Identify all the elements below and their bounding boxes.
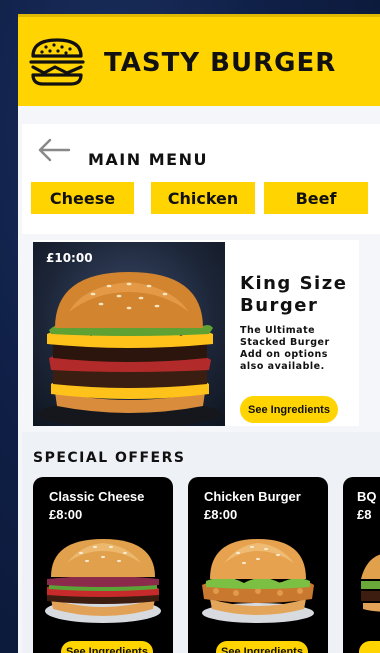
featured-card[interactable]: £10:00 King Size Burger The Ultimate Sta… xyxy=(33,240,359,426)
offers-title: SPECIAL OFFERS xyxy=(33,450,186,466)
bbq-burger-image xyxy=(361,554,380,612)
featured-title: King Size Burger xyxy=(240,273,348,316)
featured-burger-image: £10:00 xyxy=(33,242,225,426)
category-cheese-button[interactable]: Cheese xyxy=(31,182,134,214)
offer-price: £8:00 xyxy=(49,507,83,522)
offer-see-ingredients-button[interactable]: See Ingredients xyxy=(216,641,308,653)
menu-nav: MAIN MENU xyxy=(22,124,380,234)
chicken-burger-image xyxy=(202,539,314,623)
offer-see-ingredients-button[interactable] xyxy=(359,641,380,653)
cheeseburger-image xyxy=(45,539,161,623)
offer-see-ingredients-button[interactable]: See Ingredients xyxy=(61,641,153,653)
offer-name: Classic Cheese xyxy=(49,489,145,504)
offer-card[interactable]: Chicken Burger £8:00 See Ingredients xyxy=(188,477,328,653)
offer-name: Chicken Burger xyxy=(204,489,301,504)
featured-description: The Ultimate Stacked Burger Add on optio… xyxy=(240,325,330,372)
offer-price: £8 xyxy=(357,507,372,522)
featured-see-ingredients-button[interactable]: See Ingredients xyxy=(240,396,338,423)
offer-price: £8:00 xyxy=(204,507,238,522)
offer-name: BQ xyxy=(357,489,377,504)
app-screen: TASTY BURGER MAIN MENU Cheese Chicken Be… xyxy=(18,14,380,653)
brand-title: TASTY BURGER xyxy=(104,48,337,78)
arrow-left-icon[interactable] xyxy=(36,138,72,162)
offer-card[interactable]: BQ £8 xyxy=(343,477,380,653)
app-header: TASTY BURGER xyxy=(18,14,380,106)
category-beef-button[interactable]: Beef xyxy=(264,182,368,214)
category-chicken-button[interactable]: Chicken xyxy=(151,182,255,214)
featured-price: £10:00 xyxy=(46,251,93,265)
offer-card[interactable]: Classic Cheese £8:00 See Ingredients xyxy=(33,477,173,653)
burger-icon xyxy=(29,38,85,86)
page-title: MAIN MENU xyxy=(88,150,208,169)
